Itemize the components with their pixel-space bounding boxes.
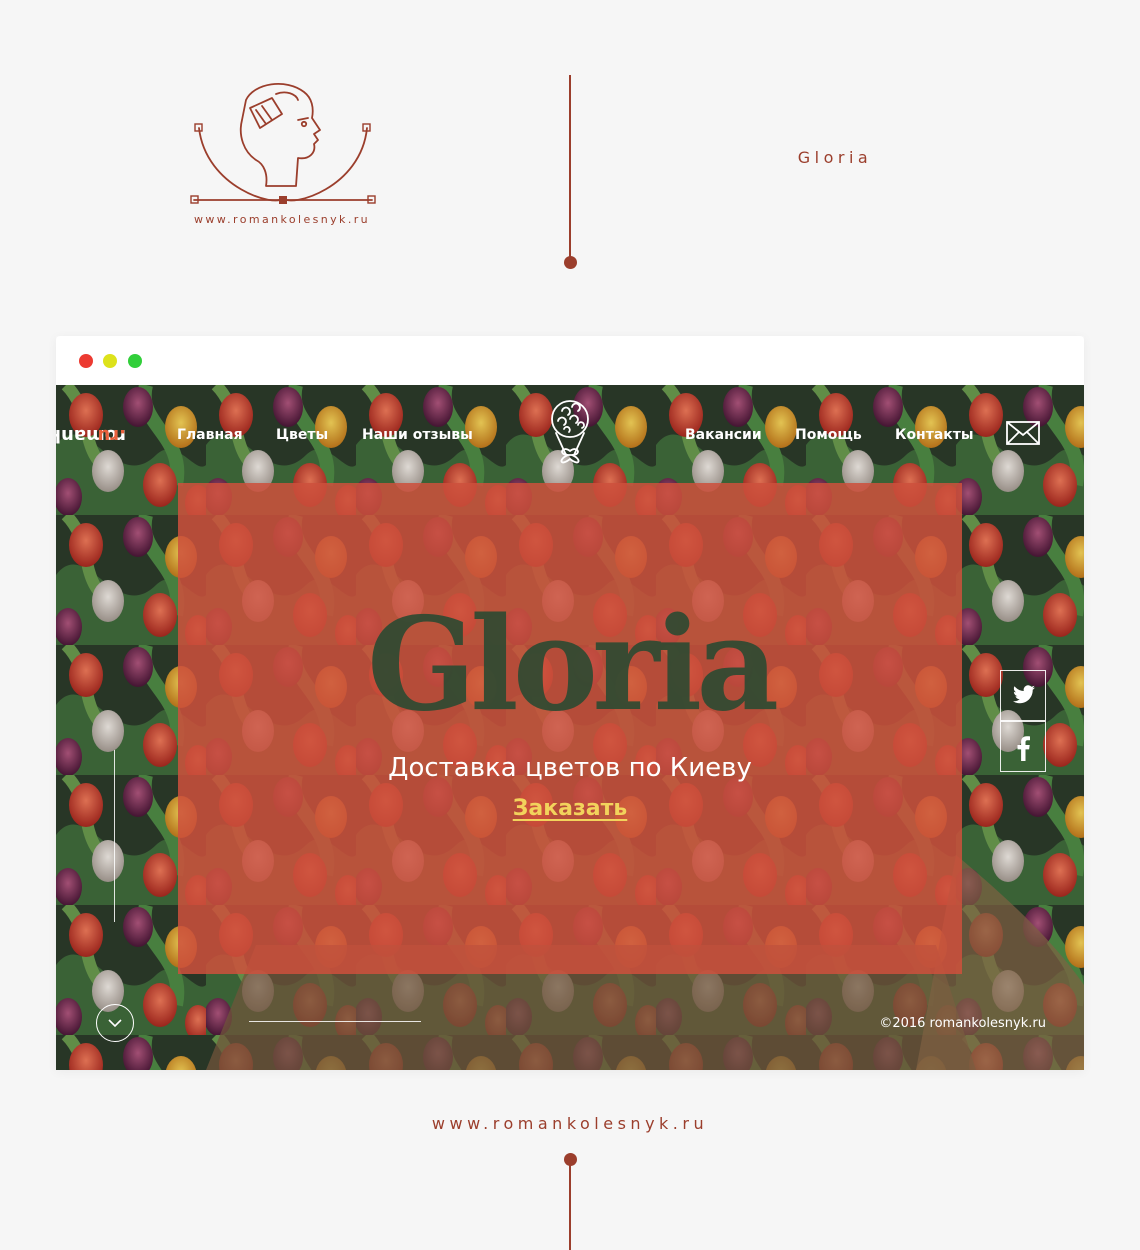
vertical-brand-ext: .ru [97,425,126,446]
timeline-dot [564,256,577,269]
brand-url: www.romankolesnyk.ru [193,213,371,226]
side-divider [114,750,115,922]
timeline-line-bottom [569,1162,571,1250]
vertical-brand[interactable]: romankolesnyk.ru [56,422,126,597]
nav-contacts[interactable]: Контакты [895,427,974,443]
envelope-icon[interactable] [1006,421,1040,445]
copyright: ©2016 romankolesnyk.ru [879,1016,1046,1031]
nav-vacancies[interactable]: Вакансии [685,427,762,443]
browser-titlebar [56,336,1084,385]
hero-subtitle: Доставка цветов по Киеву [388,753,752,783]
project-title: Gloria [797,148,873,167]
nav-home[interactable]: Главная [177,427,243,443]
maximize-window-button[interactable] [128,354,142,368]
hero-panel: Gloria Доставка цветов по Киеву Заказать [178,483,962,974]
scroll-down-button[interactable] [96,1004,134,1042]
nav-flowers[interactable]: Цветы [276,427,328,443]
twitter-button[interactable] [1000,670,1046,721]
hero-title: Gloria [366,590,779,740]
minimize-window-button[interactable] [103,354,117,368]
facebook-icon [1017,736,1030,761]
portrait-line-art [190,83,376,204]
chevron-down-icon [108,1019,122,1028]
close-window-button[interactable] [79,354,93,368]
nav-help[interactable]: Помощь [795,427,862,443]
browser-window: romankolesnyk.ru Главная Цветы Наши отзы… [56,336,1084,1070]
bottom-divider [249,1021,421,1022]
facebook-button[interactable] [1000,721,1046,772]
twitter-icon [1013,685,1035,704]
timeline-line [569,75,571,259]
nav-reviews[interactable]: Наши отзывы [362,427,473,443]
author-logo: www.romankolesnyk.ru [186,78,378,238]
order-button[interactable]: Заказать [513,796,628,821]
footer-url[interactable]: www.romankolesnyk.ru [370,1114,770,1133]
flower-bouquet-icon[interactable] [546,397,594,469]
site-viewport: romankolesnyk.ru Главная Цветы Наши отзы… [56,385,1084,1070]
